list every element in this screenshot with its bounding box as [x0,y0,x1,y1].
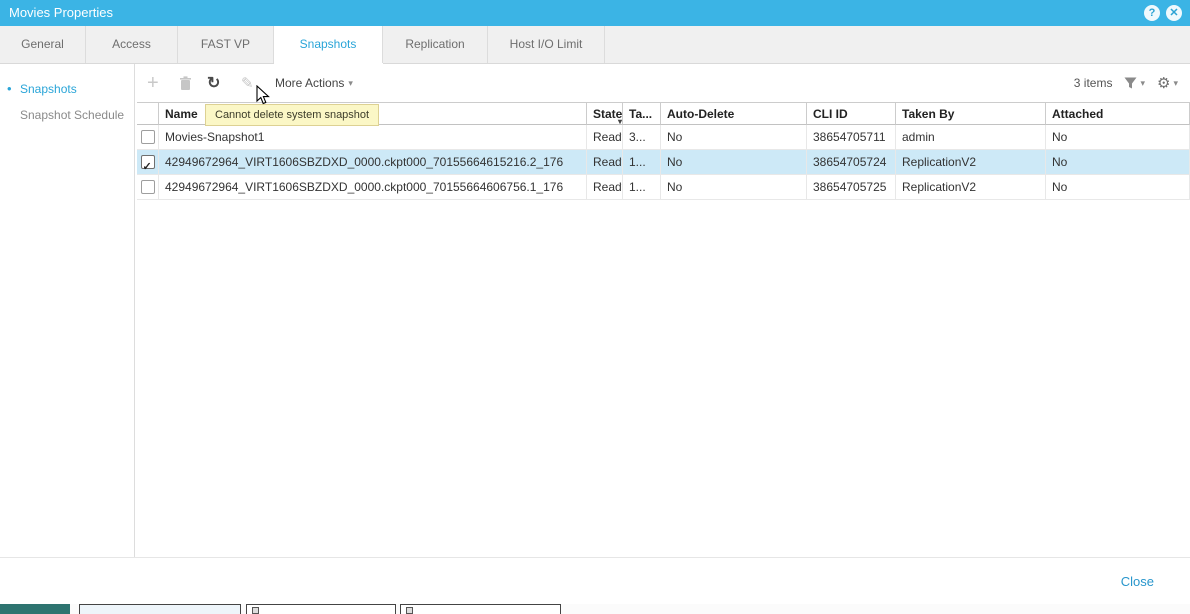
sidebar-item-label: Snapshot Schedule [20,108,124,122]
sidebar: • Snapshots Snapshot Schedule [0,64,135,557]
cell-attached: No [1046,125,1190,150]
close-button[interactable]: Close [1121,574,1154,589]
chevron-down-icon: ▾ [1173,78,1178,89]
header-auto-delete[interactable]: Auto-Delete [661,102,807,125]
sidebar-item-snapshot-schedule[interactable]: Snapshot Schedule [0,102,134,128]
cell-taken: 1... [623,175,661,200]
gear-icon: ⚙ [1157,74,1170,92]
table-row[interactable]: ✓ 42949672964_VIRT1606SBZDXD_0000.ckpt00… [137,175,1190,200]
tab-access[interactable]: Access [86,26,178,63]
active-bullet-icon: • [7,76,12,102]
row-checkbox[interactable]: ✓ [141,180,155,194]
add-snapshot-icon[interactable]: + [147,64,159,102]
content-area: + ↻ ✎ More Actions ▾ [135,64,1190,557]
chevron-down-icon: ▾ [348,78,353,89]
sidebar-item-label: Snapshots [20,82,77,96]
mouse-cursor-icon [256,85,270,110]
delete-snapshot-icon[interactable] [179,64,192,102]
tab-bar: General Access FAST VP Snapshots Replica… [0,26,1190,64]
table-row[interactable]: ✓ 42949672964_VIRT1606SBZDXD_0000.ckpt00… [137,150,1190,175]
tooltip: Cannot delete system snapshot [205,104,379,126]
cell-name: 42949672964_VIRT1606SBZDXD_0000.ckpt000_… [159,150,587,175]
filter-funnel-icon [1124,77,1137,89]
snapshots-toolbar: + ↻ ✎ More Actions ▾ [135,64,1190,102]
settings-button[interactable]: ⚙ ▾ [1157,74,1178,92]
sidebar-item-snapshots[interactable]: • Snapshots [0,76,134,102]
cell-taken-by: ReplicationV2 [896,150,1046,175]
background-cell [246,604,396,614]
refresh-icon[interactable]: ↻ [207,64,220,102]
more-actions-label: More Actions [275,76,344,90]
cell-taken-by: admin [896,125,1046,150]
toolbar-right: 3 items ▾ ⚙ ▾ [1074,64,1178,102]
row-checkbox[interactable]: ✓ [141,130,155,144]
title-bar: Movies Properties ? ✕ [0,0,1190,26]
header-attached[interactable]: Attached [1046,102,1190,125]
cell-state: Ready [587,175,623,200]
tab-replication[interactable]: Replication [383,26,488,63]
more-actions-button[interactable]: More Actions ▾ [275,64,353,102]
close-icon[interactable]: ✕ [1166,5,1182,21]
tab-snapshots[interactable]: Snapshots [274,26,383,63]
cell-taken-by: ReplicationV2 [896,175,1046,200]
chevron-down-icon: ▾ [1140,78,1145,89]
filter-button[interactable]: ▾ [1124,77,1145,89]
tab-general[interactable]: General [0,26,86,63]
cell-attached: No [1046,150,1190,175]
cell-taken: 1... [623,150,661,175]
cell-auto-delete: No [661,125,807,150]
body-area: • Snapshots Snapshot Schedule + [0,64,1190,557]
row-checkbox[interactable]: ✓ [141,155,155,169]
background-cell [79,604,241,614]
cell-cli-id: 38654705725 [807,175,896,200]
footer: Close [0,557,1190,604]
cell-auto-delete: No [661,175,807,200]
window-title: Movies Properties [9,0,113,26]
cell-name: 42949672964_VIRT1606SBZDXD_0000.ckpt000_… [159,175,587,200]
background-window-strip [0,604,1190,614]
cell-taken: 3... [623,125,661,150]
cell-auto-delete: No [661,150,807,175]
table-row[interactable]: ✓ Movies-Snapshot1 Ready 3... No 3865470… [137,125,1190,150]
items-count: 3 items [1074,76,1113,90]
background-teal-block [0,604,70,614]
title-bar-icons: ? ✕ [1144,5,1182,21]
header-state[interactable]: State ▾ [587,102,623,125]
background-cell-icon [406,607,413,614]
screen: Movies Properties ? ✕ General Access FAS… [0,0,1190,614]
header-taken-by[interactable]: Taken By [896,102,1046,125]
cell-cli-id: 38654705711 [807,125,896,150]
header-taken[interactable]: Ta... [623,102,661,125]
background-cell [400,604,561,614]
sort-icon: ▾ [618,110,622,125]
cell-state: Ready [587,150,623,175]
header-cli-id[interactable]: CLI ID [807,102,896,125]
edit-icon[interactable]: ✎ [241,64,254,102]
check-icon: ✓ [143,155,152,175]
help-icon[interactable]: ? [1144,5,1160,21]
cell-name: Movies-Snapshot1 [159,125,587,150]
background-cell-icon [252,607,259,614]
movies-properties-window: Movies Properties ? ✕ General Access FAS… [0,0,1190,604]
tab-fast-vp[interactable]: FAST VP [178,26,274,63]
tab-host-io-limit[interactable]: Host I/O Limit [488,26,605,63]
cell-cli-id: 38654705724 [807,150,896,175]
header-checkbox-column[interactable] [137,102,159,125]
cell-attached: No [1046,175,1190,200]
cell-state: Ready [587,125,623,150]
